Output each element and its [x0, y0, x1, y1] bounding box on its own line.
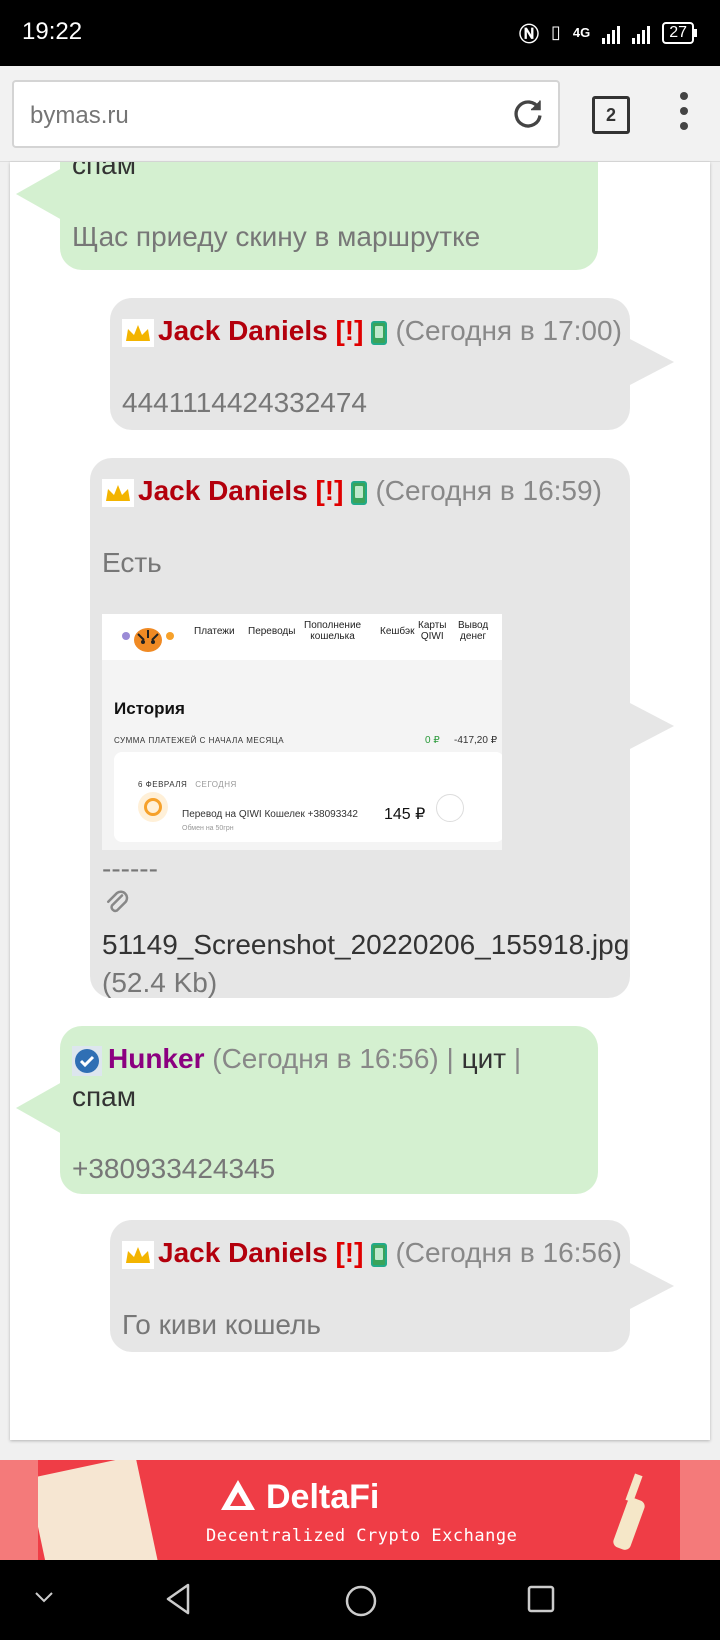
nfc-icon: Ⓝ [518, 24, 539, 46]
qiwi-nav-cashback: Кешбэк [380, 626, 415, 637]
browser-toolbar: bymas.ru 2 [0, 66, 720, 162]
mobile-icon [351, 480, 368, 505]
qiwi-nav-payments: Платежи [194, 626, 235, 637]
battery-icon: 27 [662, 21, 697, 44]
qiwi-header: Платежи Переводы Пополнение кошелька Кеш… [102, 614, 502, 660]
champagne-icon [613, 1473, 645, 1550]
spam-link[interactable]: спам [72, 1078, 586, 1116]
qiwi-transaction-note: Обмен на 50грн [182, 825, 234, 832]
address-bar[interactable]: bymas.ru [12, 80, 560, 148]
username[interactable]: Hunker [108, 1043, 204, 1074]
divider: | [446, 1043, 454, 1074]
qiwi-nav-topup: Пополнение кошелька [304, 620, 362, 642]
signal-2-icon [632, 22, 651, 44]
message-bubble: Hunker (Сегодня в 16:56) | цит | спам +3… [60, 1026, 598, 1194]
message-text: 4441114424332474 [122, 387, 367, 418]
bubble-tail [628, 1262, 674, 1310]
message-bubble: Jack Daniels [!] (Сегодня в 16:59) Есть П… [90, 458, 630, 998]
network-type: 4G [572, 25, 591, 40]
message-text: Го киви кошель [122, 1309, 321, 1340]
qiwi-nav-cards: Карты QIWI [418, 620, 447, 642]
bubble-tail [16, 1082, 62, 1134]
username[interactable]: Jack Daniels [158, 315, 328, 346]
qiwi-nav-transfers: Переводы [248, 626, 296, 637]
reload-icon[interactable] [510, 96, 546, 132]
qiwi-today: СЕГОДНЯ [195, 780, 237, 789]
bubble-tail [16, 168, 62, 220]
home-icon[interactable] [344, 1584, 378, 1618]
message-spam-link[interactable]: спам [72, 162, 586, 184]
attachment-size: (52.4 Kb) [102, 967, 218, 998]
tabs-button[interactable]: 2 [592, 96, 630, 134]
report-link[interactable]: [!] [315, 475, 343, 506]
message-header: Jack Daniels [!] (Сегодня в 16:56) [122, 1234, 622, 1272]
message-header: Jack Daniels [!] (Сегодня в 16:59) [102, 472, 618, 510]
ad-banner[interactable]: DeltaFi Decentralized Crypto Exchange [0, 1460, 720, 1560]
message-text: Есть [102, 547, 162, 578]
repeat-icon [436, 794, 464, 822]
message-header: Hunker (Сегодня в 16:56) | цит | [72, 1040, 586, 1078]
system-nav-bar [0, 1560, 720, 1640]
qiwi-transaction-amount: 145 ₽ [384, 806, 426, 823]
message-bubble: Jack Daniels [!] (Сегодня в 17:00) 444111… [110, 298, 630, 430]
qiwi-transaction-card: 6 ФЕВРАЛЯ СЕГОДНЯ Перевод на QIWI Кошелек… [114, 752, 502, 842]
username[interactable]: Jack Daniels [138, 475, 308, 506]
back-icon[interactable] [164, 1582, 192, 1616]
separator: ------ [102, 853, 158, 884]
bubble-tail [628, 338, 674, 386]
qiwi-date-text: 6 ФЕВРАЛЯ [138, 780, 188, 789]
message-text: Щас приеду скину в маршрутке [72, 221, 481, 252]
hide-keyboard-icon[interactable] [34, 1590, 54, 1604]
signal-icon [602, 22, 621, 44]
url-text[interactable]: bymas.ru [30, 102, 129, 130]
verified-icon [72, 1045, 102, 1076]
paperclip-icon [102, 888, 629, 926]
qiwi-nav-withdraw: Вывод денег [458, 620, 489, 642]
attached-screenshot[interactable]: Платежи Переводы Пополнение кошелька Кеш… [102, 614, 502, 850]
status-icons: Ⓝ ▯ 4G 27 [518, 18, 697, 47]
recents-icon[interactable] [526, 1584, 556, 1614]
qiwi-logo-icon [138, 792, 168, 822]
divider: | [513, 1043, 522, 1074]
bubble-tail [628, 702, 674, 750]
ad-brand: DeltaFi [266, 1478, 380, 1516]
status-time: 19:22 [22, 18, 83, 45]
message-text: +380933424345 [72, 1153, 276, 1184]
status-bar: 19:22 Ⓝ ▯ 4G 27 [0, 0, 720, 66]
tiger-logo-icon [122, 628, 174, 652]
chat-page: спам Щас приеду скину в маршрутке Jack D… [10, 162, 710, 1440]
mobile-icon [371, 1242, 388, 1267]
message-time: (Сегодня в 16:56) [212, 1043, 439, 1074]
message-bubble: Jack Daniels [!] (Сегодня в 16:56) Го кив… [110, 1220, 630, 1352]
message-time: (Сегодня в 17:00) [395, 315, 622, 346]
message-header: Jack Daniels [!] (Сегодня в 17:00) [122, 312, 622, 350]
username[interactable]: Jack Daniels [158, 1237, 328, 1268]
ad-tagline: Decentralized Crypto Exchange [206, 1526, 518, 1546]
quote-link[interactable]: цит [462, 1043, 507, 1074]
crown-icon [122, 318, 154, 347]
ad-content[interactable]: DeltaFi Decentralized Crypto Exchange [38, 1460, 680, 1560]
mobile-icon [371, 320, 388, 345]
report-link[interactable]: [!] [335, 315, 363, 346]
deltafi-logo-icon [221, 1480, 255, 1510]
crown-icon [122, 1240, 154, 1269]
message-bubble: спам Щас приеду скину в маршрутке [60, 162, 598, 270]
vibrate-icon: ▯ [550, 22, 561, 42]
attachment-link[interactable]: 51149_Screenshot_20220206_155918.jpg [102, 926, 629, 964]
message-time: (Сегодня в 16:56) [395, 1237, 622, 1268]
message-time: (Сегодня в 16:59) [375, 475, 602, 506]
crown-icon [102, 478, 134, 507]
overflow-menu-icon[interactable] [670, 92, 698, 138]
ad-decoration [38, 1460, 159, 1560]
report-link[interactable]: [!] [335, 1237, 363, 1268]
